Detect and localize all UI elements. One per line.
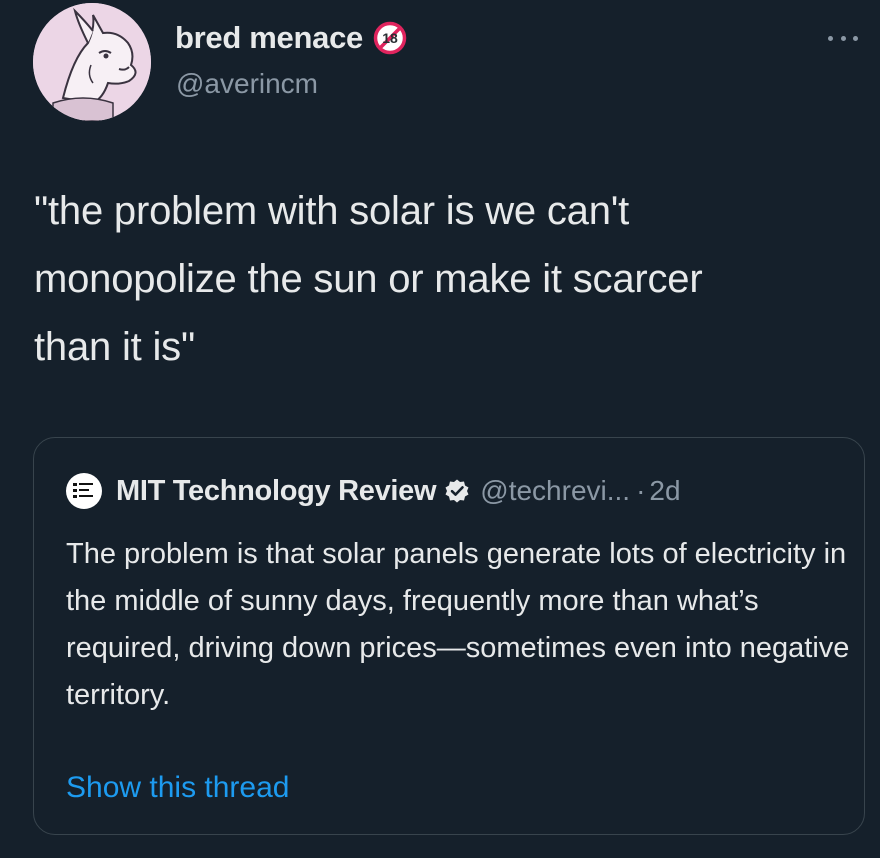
verified-badge-icon <box>444 478 470 504</box>
quoted-tweet-header: MIT Technology Review @techrevi... · 2d <box>66 473 681 509</box>
author-display-name[interactable]: bred menace <box>175 20 363 56</box>
quoted-timestamp[interactable]: 2d <box>649 475 680 507</box>
cartoon-dog-avatar-icon <box>33 3 151 121</box>
tweet-text: "the problem with solar is we can't mono… <box>34 189 703 369</box>
quoted-handle[interactable]: @techrevi... <box>480 475 630 507</box>
quoted-separator: · <box>636 475 646 506</box>
more-options-icon[interactable] <box>828 30 858 46</box>
more-dot <box>840 35 846 41</box>
age-18-icon: 18 <box>373 21 407 55</box>
quoted-display-name[interactable]: MIT Technology Review <box>116 475 437 508</box>
svg-text:18: 18 <box>382 30 398 46</box>
author-avatar[interactable] <box>33 3 151 121</box>
quoted-author-avatar[interactable] <box>66 473 102 509</box>
quoted-tweet[interactable]: MIT Technology Review @techrevi... · 2d … <box>33 437 865 835</box>
quoted-tweet-text: The problem is that solar panels generat… <box>66 538 850 711</box>
mit-logo-icon <box>73 483 93 498</box>
show-thread-link[interactable]: Show this thread <box>66 771 289 805</box>
more-dot <box>853 35 858 41</box>
author-handle[interactable]: @averincm <box>176 68 318 100</box>
tweet-card: bred menace 18 @averincm "the problem wi… <box>0 0 880 858</box>
more-dot <box>828 35 833 41</box>
author-name-row: bred menace 18 <box>175 20 407 56</box>
